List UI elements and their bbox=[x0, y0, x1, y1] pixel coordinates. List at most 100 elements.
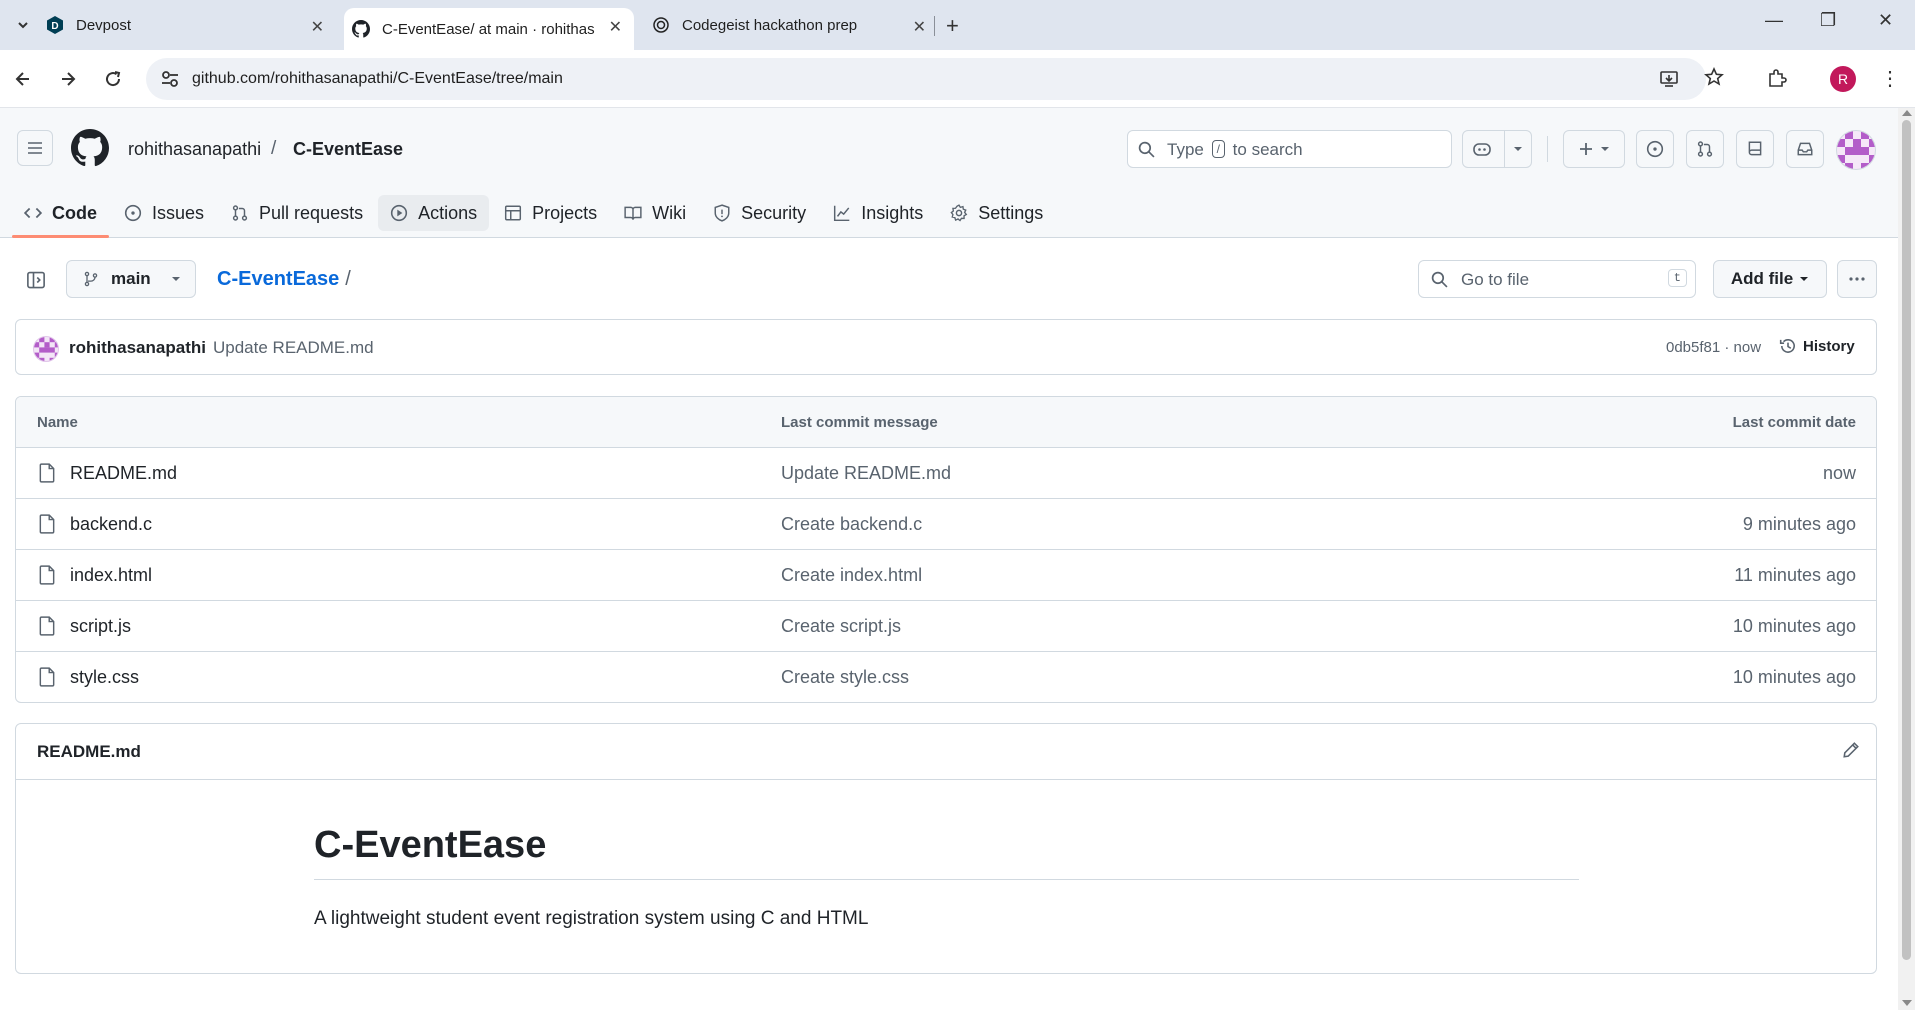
file-path-breadcrumb: C-EventEase / bbox=[217, 268, 351, 291]
table-row[interactable]: style.css Create style.css 10 minutes ag… bbox=[16, 652, 1876, 702]
inbox-button[interactable] bbox=[1786, 130, 1824, 168]
readme-header: README.md bbox=[16, 724, 1876, 780]
table-icon bbox=[505, 205, 522, 221]
path-repo-link[interactable]: C-EventEase bbox=[217, 268, 339, 290]
file-name-link[interactable]: README.md bbox=[70, 463, 177, 484]
tab-label: Insights bbox=[861, 202, 924, 223]
scroll-down-icon[interactable] bbox=[1902, 1000, 1912, 1006]
repo-nav: Code Issues Pull requests Actions Projec… bbox=[12, 190, 1058, 238]
file-commit-message[interactable]: Update README.md bbox=[781, 463, 951, 484]
table-header: Name Last commit message Last commit dat… bbox=[16, 397, 1876, 448]
graph-icon bbox=[834, 205, 850, 222]
browser-menu-icon[interactable]: ⋮ bbox=[1880, 66, 1900, 91]
file-name-link[interactable]: script.js bbox=[70, 616, 131, 637]
chevron-down-icon bbox=[18, 22, 28, 29]
file-name-link[interactable]: index.html bbox=[70, 565, 152, 586]
book-icon bbox=[624, 206, 642, 220]
browser-tab-github[interactable]: C-EventEase/ at main · rohithas ✕ bbox=[344, 8, 634, 50]
pull-requests-button[interactable] bbox=[1686, 130, 1724, 168]
table-row[interactable]: index.html Create index.html 11 minutes … bbox=[16, 550, 1876, 601]
table-row[interactable]: script.js Create script.js 10 minutes ag… bbox=[16, 601, 1876, 652]
install-app-icon[interactable] bbox=[1659, 69, 1679, 94]
breadcrumb-owner[interactable]: rohithasanapathi bbox=[128, 139, 261, 160]
scroll-up-icon[interactable] bbox=[1902, 110, 1912, 116]
pencil-icon[interactable] bbox=[1842, 741, 1860, 764]
repo-icon bbox=[1748, 141, 1762, 156]
file-commit-message[interactable]: Create index.html bbox=[781, 565, 922, 586]
branch-selector-button[interactable]: main bbox=[66, 260, 196, 298]
tab-security[interactable]: Security bbox=[701, 190, 818, 236]
close-window-icon[interactable]: ✕ bbox=[1878, 10, 1893, 31]
browser-tab-codegeist[interactable]: Codegeist hackathon prep ✕ bbox=[652, 8, 926, 42]
more-options-button[interactable] bbox=[1837, 260, 1877, 298]
file-commit-message[interactable]: Create backend.c bbox=[781, 514, 922, 535]
extensions-icon[interactable] bbox=[1766, 67, 1788, 94]
add-file-button[interactable]: Add file bbox=[1713, 260, 1827, 298]
devpost-icon: D bbox=[46, 16, 64, 34]
page-scrollbar[interactable] bbox=[1898, 108, 1915, 1010]
commit-author[interactable]: rohithasanapathi bbox=[69, 338, 206, 358]
browser-profile-avatar[interactable]: R bbox=[1830, 66, 1856, 92]
go-to-file-input[interactable]: Go to file t bbox=[1418, 260, 1696, 298]
file-table: Name Last commit message Last commit dat… bbox=[15, 396, 1877, 703]
forward-icon[interactable] bbox=[56, 67, 80, 91]
copilot-button[interactable] bbox=[1462, 130, 1532, 168]
readme-filename[interactable]: README.md bbox=[37, 742, 141, 762]
history-button[interactable]: History bbox=[1779, 337, 1855, 355]
browser-tab-devpost[interactable]: D Devpost ✕ bbox=[46, 8, 336, 42]
search-shortcut-key: / bbox=[1211, 140, 1225, 158]
commit-message[interactable]: Update README.md bbox=[213, 338, 374, 358]
site-info-icon[interactable] bbox=[160, 69, 180, 94]
issue-icon bbox=[124, 204, 142, 222]
repositories-button[interactable] bbox=[1736, 130, 1774, 168]
file-commit-message[interactable]: Create style.css bbox=[781, 667, 909, 688]
commit-author-avatar[interactable] bbox=[33, 336, 59, 362]
file-commit-date: 9 minutes ago bbox=[1742, 514, 1856, 534]
commit-sha-time[interactable]: 0db5f81 · now bbox=[1666, 339, 1761, 356]
table-row[interactable]: README.md Update README.md now bbox=[16, 448, 1876, 499]
tab-search-button[interactable] bbox=[10, 12, 36, 38]
tab-insights[interactable]: Insights bbox=[821, 190, 935, 236]
minimize-icon[interactable]: — bbox=[1765, 10, 1783, 31]
file-icon bbox=[38, 514, 56, 539]
github-logo-icon[interactable] bbox=[71, 129, 109, 172]
new-tab-icon[interactable]: + bbox=[946, 13, 959, 39]
go-to-file-placeholder: Go to file bbox=[1461, 270, 1530, 289]
identicon-icon bbox=[34, 337, 58, 361]
tab-wiki[interactable]: Wiki bbox=[612, 190, 698, 236]
file-tree-toggle-button[interactable] bbox=[18, 264, 54, 296]
address-bar[interactable]: github.com/rohithasanapathi/C-EventEase/… bbox=[146, 58, 1706, 100]
tab-pull-requests[interactable]: Pull requests bbox=[219, 190, 375, 236]
copilot-icon bbox=[1472, 143, 1491, 156]
search-input[interactable]: Type / to search bbox=[1127, 130, 1452, 168]
breadcrumb-repo[interactable]: C-EventEase bbox=[293, 139, 403, 160]
tab-projects[interactable]: Projects bbox=[492, 190, 609, 236]
tab-code[interactable]: Code bbox=[12, 190, 109, 238]
close-icon[interactable]: ✕ bbox=[609, 17, 622, 37]
file-name-link[interactable]: backend.c bbox=[70, 514, 152, 535]
tab-label: Settings bbox=[978, 202, 1044, 223]
tab-settings[interactable]: Settings bbox=[938, 190, 1055, 236]
latest-commit-bar: rohithasanapathi Update README.md 0db5f8… bbox=[15, 319, 1877, 375]
table-row[interactable]: backend.c Create backend.c 9 minutes ago bbox=[16, 499, 1876, 550]
close-icon[interactable]: ✕ bbox=[913, 17, 926, 37]
user-avatar[interactable] bbox=[1836, 130, 1876, 170]
create-new-button[interactable] bbox=[1563, 130, 1625, 168]
reload-icon[interactable] bbox=[101, 67, 125, 91]
menu-button[interactable] bbox=[17, 130, 53, 166]
scrollbar-thumb[interactable] bbox=[1902, 120, 1911, 960]
tab-actions[interactable]: Actions bbox=[378, 195, 490, 231]
restore-icon[interactable]: ❐ bbox=[1820, 10, 1836, 31]
search-placeholder: Type / to search bbox=[1167, 140, 1303, 159]
tab-label: Issues bbox=[152, 202, 205, 223]
back-icon[interactable] bbox=[11, 67, 35, 91]
tab-issues[interactable]: Issues bbox=[112, 190, 216, 236]
history-label: History bbox=[1803, 337, 1855, 355]
close-icon[interactable]: ✕ bbox=[311, 17, 324, 37]
column-header-message: Last commit message bbox=[781, 414, 938, 431]
bookmark-star-icon[interactable] bbox=[1704, 67, 1724, 92]
issues-button[interactable] bbox=[1636, 130, 1674, 168]
file-name-link[interactable]: style.css bbox=[70, 667, 139, 688]
readme-heading: C-EventEase bbox=[314, 824, 1579, 880]
file-commit-message[interactable]: Create script.js bbox=[781, 616, 901, 637]
